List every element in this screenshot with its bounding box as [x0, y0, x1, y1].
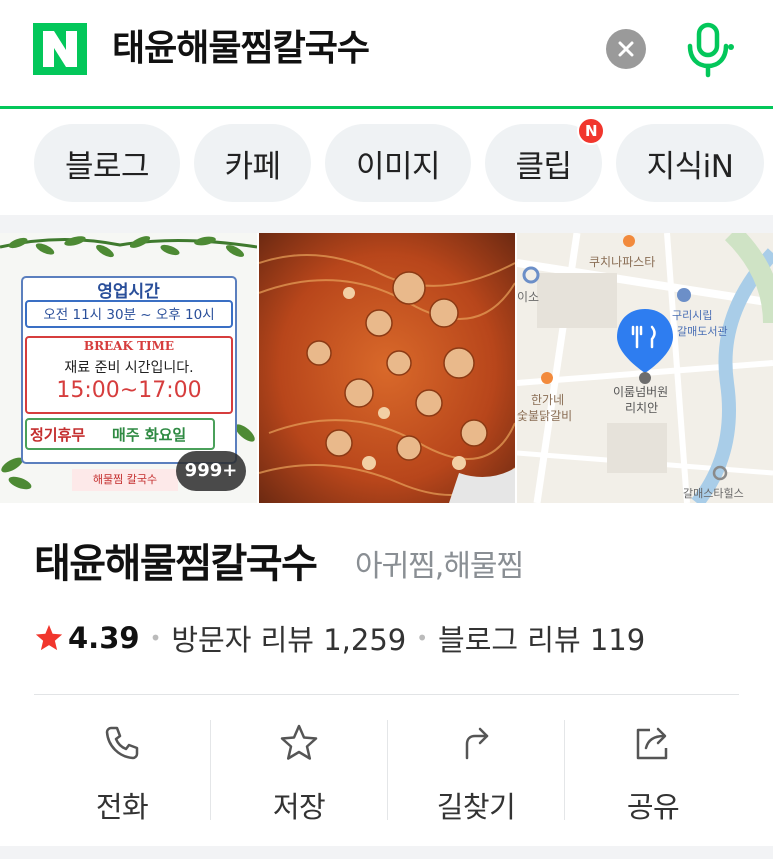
new-badge: N	[577, 117, 605, 145]
call-button[interactable]: 전화	[34, 720, 210, 830]
place-category: 아귀찜,해물찜	[355, 549, 524, 584]
sign-logo-text: 해물찜 칼국수	[92, 473, 158, 486]
photo-hours-sign[interactable]: 영업시간 오전 11시 30분 ~ 오후 10시 BREAK TIME 재료 준…	[0, 233, 257, 503]
share-button[interactable]: 공유	[565, 720, 741, 830]
share-icon	[636, 727, 668, 760]
directions-label: 길찾기	[436, 790, 516, 824]
search-header: 태윤해물찜칼국수	[0, 0, 773, 109]
action-bar: 전화 저장 길찾기 공유	[34, 720, 739, 830]
save-label: 저장	[272, 790, 326, 824]
section-separator	[0, 215, 773, 233]
sign-closed-day: 매주 화요일	[112, 426, 187, 444]
visitor-reviews-link[interactable]: 방문자 리뷰 1,259	[171, 617, 406, 659]
tab-images[interactable]: 이미지	[325, 124, 471, 202]
search-underline	[0, 106, 773, 109]
star-icon	[280, 724, 318, 760]
call-label: 전화	[95, 790, 149, 824]
section-separator	[0, 846, 773, 859]
tab-label: 이미지	[355, 148, 441, 185]
divider	[34, 694, 739, 695]
separator-dot: •	[149, 626, 162, 650]
map-thumbnail[interactable]: 쿠치나파스타 이소 구리시립 갈매도서관 한가네 숯불닭갈비 이룸넘버원 리치안…	[517, 233, 773, 503]
save-button[interactable]: 저장	[211, 720, 387, 830]
place-title[interactable]: 태윤해물찜칼국수	[34, 538, 318, 590]
tab-label: 지식iN	[646, 148, 734, 185]
microphone-icon[interactable]	[683, 22, 735, 78]
rating-value: 4.39	[68, 621, 140, 655]
rating-star-icon	[35, 624, 63, 651]
photo-food[interactable]	[259, 233, 515, 503]
map-label: 이소	[517, 290, 540, 304]
sign-title: 영업시간	[97, 282, 160, 302]
food-photo-image	[259, 233, 515, 503]
map-label: 이룸넘버원	[613, 385, 669, 399]
tab-blog[interactable]: 블로그	[34, 124, 180, 202]
clear-search-button[interactable]	[606, 29, 646, 69]
map-image	[517, 233, 773, 503]
map-label: 숯불닭갈비	[517, 409, 573, 423]
naver-logo[interactable]	[33, 23, 87, 75]
separator-dot: •	[416, 626, 429, 650]
phone-icon	[105, 726, 139, 760]
share-label: 공유	[626, 790, 680, 824]
map-label: 구리시립	[672, 309, 713, 322]
map-label: 갈매도서관	[677, 325, 728, 338]
directions-icon	[465, 727, 489, 760]
blog-reviews-link[interactable]: 블로그 리뷰 119	[438, 617, 645, 659]
close-icon	[618, 41, 634, 57]
tab-label: 블로그	[64, 148, 150, 185]
map-label: 쿠치나파스타	[589, 255, 656, 269]
sign-break-hours: 15:00~17:00	[56, 378, 202, 403]
rating-row: 4.39 • 방문자 리뷰 1,259 • 블로그 리뷰 119	[34, 616, 645, 660]
tab-kin[interactable]: 지식iN	[616, 124, 764, 202]
tab-label: 카페	[224, 148, 281, 185]
sign-break-note: 재료 준비 시간입니다.	[64, 360, 194, 376]
photo-count-badge: 999+	[184, 460, 238, 481]
sign-closed-prefix: 정기휴무	[30, 426, 86, 444]
tab-label: 클립	[515, 148, 572, 185]
tab-cafe[interactable]: 카페	[194, 124, 311, 202]
sign-hours: 오전 11시 30분 ~ 오후 10시	[43, 307, 215, 323]
map-label: 갈매스타힐스	[683, 487, 744, 500]
photo-strip: 영업시간 오전 11시 30분 ~ 오후 10시 BREAK TIME 재료 준…	[0, 233, 773, 503]
tab-clip[interactable]: 클립 N	[485, 117, 605, 202]
sign-break-title: BREAK TIME	[83, 339, 175, 353]
category-tabs: 블로그 카페 이미지 클립 N 지식iN	[0, 117, 773, 204]
search-input[interactable]: 태윤해물찜칼국수	[112, 24, 370, 74]
map-label: 리치안	[625, 401, 659, 415]
directions-button[interactable]: 길찾기	[388, 720, 564, 830]
map-label: 한가네	[531, 393, 565, 407]
